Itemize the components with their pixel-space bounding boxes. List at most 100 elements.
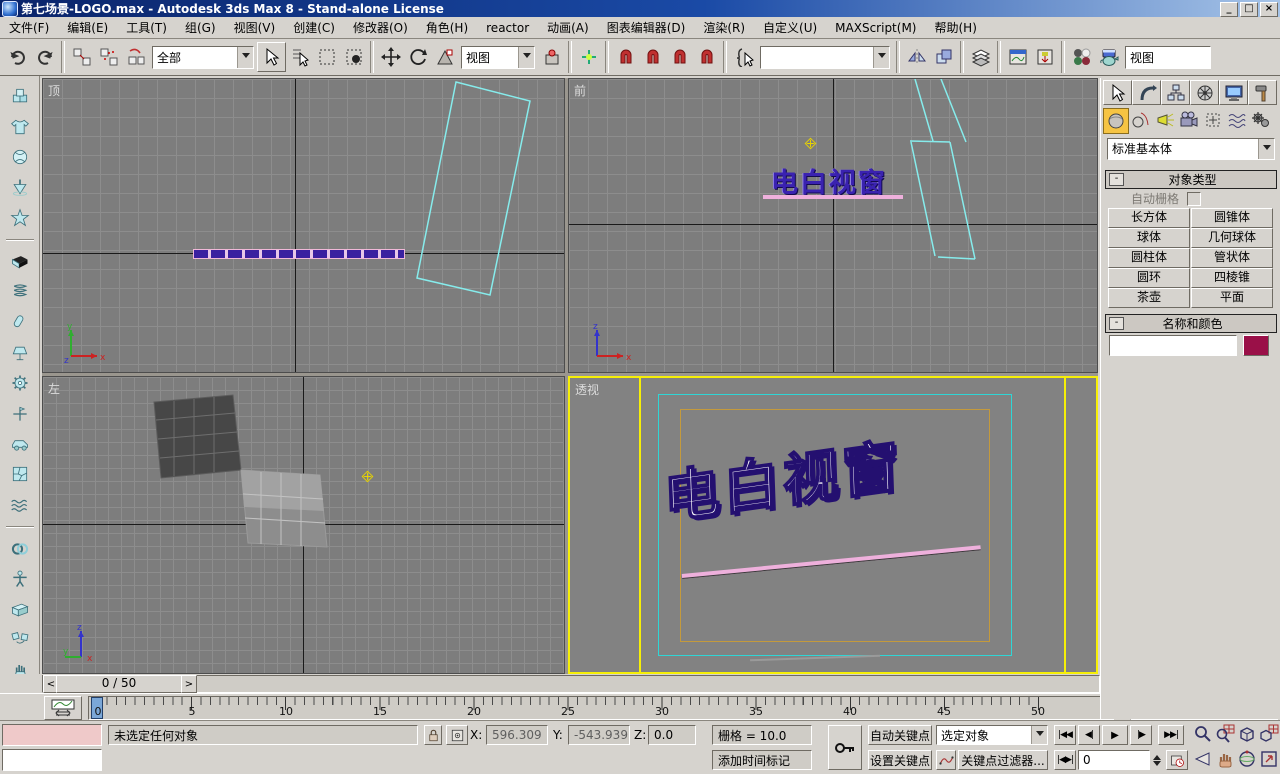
previous-frame-button[interactable]: ◀| bbox=[1078, 725, 1100, 745]
key-mode-toggle-button[interactable]: |◀▶| bbox=[1054, 750, 1076, 770]
percent-snap-icon[interactable] bbox=[666, 43, 693, 71]
menu-help[interactable]: 帮助(H) bbox=[925, 17, 985, 38]
arc-rotate-icon[interactable] bbox=[1236, 749, 1258, 769]
plane-icon[interactable] bbox=[5, 250, 35, 274]
next-frame-button[interactable]: |▶ bbox=[1130, 725, 1152, 745]
logo-text-top-wireframe[interactable] bbox=[193, 249, 405, 259]
reference-coordinate-dropdown[interactable]: 视图 bbox=[461, 46, 535, 69]
chevron-down-icon[interactable] bbox=[1258, 139, 1274, 159]
menu-reactor[interactable]: reactor bbox=[477, 19, 538, 37]
space-warps-icon[interactable] bbox=[1225, 108, 1249, 132]
open-mini-curve-editor-button[interactable] bbox=[44, 696, 82, 720]
absolute-mode-icon[interactable] bbox=[446, 725, 468, 745]
zoom-all-icon[interactable] bbox=[1214, 724, 1236, 744]
minimize-button[interactable]: _ bbox=[1220, 2, 1238, 17]
chevron-down-icon[interactable] bbox=[237, 47, 253, 68]
curve-editor-icon[interactable] bbox=[1004, 43, 1031, 71]
go-to-start-button[interactable]: |◀◀ bbox=[1054, 725, 1076, 745]
soft-body-icon[interactable] bbox=[5, 598, 35, 622]
spring-icon[interactable] bbox=[5, 280, 35, 304]
ragdoll-constraint-icon[interactable] bbox=[5, 567, 35, 591]
undo-icon[interactable] bbox=[4, 43, 31, 71]
tab-utilities[interactable] bbox=[1248, 80, 1277, 105]
y-coordinate-field[interactable]: -543.939 bbox=[568, 725, 630, 745]
menu-create[interactable]: 创建(C) bbox=[284, 17, 344, 38]
mirror-icon[interactable] bbox=[903, 43, 930, 71]
field-of-view-icon[interactable] bbox=[1192, 749, 1214, 769]
object-type-rollout-header[interactable]: - 对象类型 bbox=[1105, 170, 1277, 189]
set-key-mode-icon[interactable] bbox=[828, 725, 862, 770]
use-pivot-point-icon[interactable] bbox=[538, 43, 565, 71]
rigid-body-collection-icon[interactable] bbox=[5, 84, 35, 108]
cameras-icon[interactable] bbox=[1177, 108, 1201, 132]
track-bar-ruler[interactable]: 0 5 10 15 20 25 30 35 40 45 50 bbox=[88, 696, 1114, 720]
select-object-button[interactable] bbox=[257, 42, 286, 72]
helpers-icon[interactable] bbox=[1201, 108, 1225, 132]
tab-create[interactable] bbox=[1103, 80, 1132, 105]
wind-icon[interactable] bbox=[5, 401, 35, 425]
cloth-collection-icon[interactable] bbox=[5, 114, 35, 138]
frame-spinner[interactable] bbox=[1151, 750, 1163, 770]
angular-dashpot-icon[interactable] bbox=[5, 341, 35, 365]
key-mode-dropdown[interactable]: 选定对象 bbox=[936, 725, 1048, 745]
water-icon[interactable] bbox=[5, 492, 35, 516]
min-max-toggle-icon[interactable] bbox=[1258, 749, 1280, 769]
redo-icon[interactable] bbox=[31, 43, 58, 71]
tab-hierarchy[interactable] bbox=[1161, 80, 1190, 105]
chevron-down-icon[interactable] bbox=[518, 47, 534, 68]
name-color-rollout-header[interactable]: - 名称和颜色 bbox=[1105, 314, 1277, 333]
go-to-end-button[interactable]: ▶▶| bbox=[1158, 725, 1184, 745]
geometry-icon[interactable] bbox=[1103, 108, 1129, 134]
select-and-link-icon[interactable] bbox=[68, 43, 95, 71]
maxscript-mini-listener-white[interactable] bbox=[2, 749, 102, 771]
viewport-perspective[interactable]: 透视 电白视窗 bbox=[568, 376, 1098, 674]
systems-icon[interactable] bbox=[1249, 108, 1273, 132]
menu-views[interactable]: 视图(V) bbox=[225, 17, 285, 38]
default-in-out-tangent-icon[interactable] bbox=[936, 750, 956, 770]
cone-button[interactable]: 圆锥体 bbox=[1191, 208, 1273, 228]
menu-group[interactable]: 组(G) bbox=[176, 17, 225, 38]
render-view-dropdown[interactable]: 视图 bbox=[1125, 46, 1211, 69]
linear-dashpot-icon[interactable] bbox=[5, 310, 35, 334]
layer-manager-icon[interactable] bbox=[967, 43, 994, 71]
set-key-button[interactable]: 设置关键点 bbox=[868, 750, 932, 770]
material-editor-icon[interactable] bbox=[1068, 43, 1095, 71]
auto-key-button[interactable]: 自动关键点 bbox=[868, 725, 932, 745]
key-filters-button[interactable]: 关键点过滤器... bbox=[958, 750, 1048, 770]
time-configuration-icon[interactable] bbox=[1166, 750, 1188, 770]
zoom-extents-icon[interactable] bbox=[1236, 724, 1258, 744]
teapot-button[interactable]: 茶壶 bbox=[1108, 288, 1190, 308]
torus-button[interactable]: 圆环 bbox=[1108, 268, 1190, 288]
motor-icon[interactable] bbox=[5, 371, 35, 395]
schematic-view-icon[interactable] bbox=[1031, 43, 1058, 71]
window-titlebar[interactable]: 第七场景-LOGO.max - Autodesk 3ds Max 8 - Sta… bbox=[0, 0, 1280, 17]
viewport-top-label[interactable]: 顶 bbox=[48, 82, 60, 99]
snaps-toggle-icon[interactable] bbox=[612, 43, 639, 71]
viewport-perspective-label[interactable]: 透视 bbox=[575, 381, 599, 398]
viewport-front[interactable]: 前 电白视窗 z x bbox=[568, 78, 1098, 373]
pan-hand-icon[interactable] bbox=[1214, 749, 1236, 769]
constraint-solver-icon[interactable] bbox=[5, 537, 35, 561]
rectangular-selection-region-icon[interactable] bbox=[313, 43, 340, 71]
edit-named-selection-sets-icon[interactable] bbox=[730, 43, 757, 71]
close-button[interactable]: × bbox=[1260, 2, 1278, 17]
window-crossing-toggle-icon[interactable] bbox=[340, 43, 367, 71]
geosphere-button[interactable]: 几何球体 bbox=[1191, 228, 1273, 248]
plane-button[interactable]: 平面 bbox=[1191, 288, 1273, 308]
current-frame-field[interactable]: 0 bbox=[1078, 750, 1150, 770]
menu-rendering[interactable]: 渲染(R) bbox=[694, 17, 754, 38]
menu-animation[interactable]: 动画(A) bbox=[538, 17, 598, 38]
zoom-extents-all-icon[interactable] bbox=[1258, 724, 1280, 744]
menu-character[interactable]: 角色(H) bbox=[417, 17, 477, 38]
collapse-icon[interactable]: - bbox=[1109, 317, 1124, 330]
pyramid-button[interactable]: 四棱锥 bbox=[1191, 268, 1273, 288]
select-and-manipulate-icon[interactable] bbox=[575, 43, 602, 71]
object-category-dropdown[interactable]: 标准基本体 bbox=[1107, 138, 1275, 160]
logo-underline-front[interactable] bbox=[763, 195, 903, 199]
selection-lock-icon[interactable] bbox=[424, 725, 442, 745]
play-button[interactable]: ▶ bbox=[1102, 725, 1128, 745]
angle-snap-icon[interactable] bbox=[639, 43, 666, 71]
deforming-mesh-collection-icon[interactable] bbox=[5, 205, 35, 229]
spinner-snap-icon[interactable] bbox=[693, 43, 720, 71]
zoom-icon[interactable] bbox=[1192, 724, 1214, 744]
